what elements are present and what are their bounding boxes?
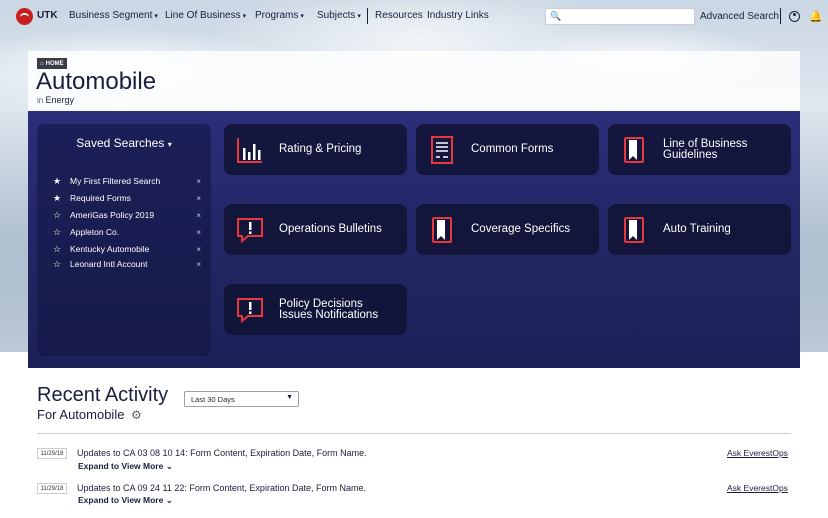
nav-divider	[367, 8, 368, 24]
close-icon[interactable]: ×	[196, 177, 201, 186]
tile-label: Auto Training	[663, 223, 731, 235]
nav-line-of-business[interactable]: Line Of Business ▾	[165, 10, 246, 21]
context-label: in Energy	[37, 95, 74, 105]
close-icon[interactable]: ×	[196, 211, 201, 220]
saved-search-item[interactable]: ★ Required Forms ×	[51, 191, 201, 205]
star-outline-icon[interactable]: ☆	[51, 227, 63, 238]
ask-everestops-link[interactable]: Ask EverestOps	[727, 483, 788, 493]
tile-rating-pricing[interactable]: Rating & Pricing	[224, 124, 407, 175]
star-outline-icon[interactable]: ☆	[51, 244, 63, 255]
chevron-down-icon: ▾	[167, 140, 172, 149]
tile-label: Coverage Specifics	[471, 223, 571, 235]
chevron-down-icon: ▾	[242, 13, 247, 20]
tile-coverage-specifics[interactable]: Coverage Specifics	[416, 204, 599, 255]
activity-date: 11/29/18	[37, 483, 67, 494]
context-value[interactable]: Energy	[45, 95, 74, 105]
saved-search-item[interactable]: ☆ Kentucky Automobile ×	[51, 242, 201, 256]
date-range-select[interactable]: Last 30 Days ▼	[184, 391, 299, 407]
quick-access-panel: Saved Searches ▾ ★ My First Filtered Sea…	[28, 111, 800, 368]
saved-search-item[interactable]: ★ My First Filtered Search ×	[51, 174, 201, 188]
saved-search-item[interactable]: ☆ AmeriGas Policy 2019 ×	[51, 208, 201, 222]
star-outline-icon[interactable]: ☆	[51, 210, 63, 221]
recent-activity-subtitle: For Automobile	[37, 407, 125, 422]
tile-label: Line of Business Guidelines	[663, 137, 748, 161]
recent-activity-title: Recent Activity	[37, 384, 169, 406]
nav-subjects[interactable]: Subjects ▾	[317, 10, 361, 21]
document-icon	[431, 136, 453, 164]
tile-label: Policy Decisions Issues Notifications	[279, 297, 379, 321]
nav-divider	[780, 8, 781, 24]
tile-policy-decisions[interactable]: Policy Decisions Issues Notifications	[224, 284, 407, 335]
search-input[interactable]	[562, 10, 690, 23]
chevron-down-icon: ▾	[154, 13, 158, 20]
saved-search-item[interactable]: ☆ Appleton Co. ×	[51, 225, 201, 239]
book-icon	[624, 137, 644, 163]
tile-label: Common Forms	[471, 143, 554, 155]
alert-icon	[237, 298, 263, 324]
nav-industry-links[interactable]: Industry Links	[427, 10, 489, 21]
bar-chart-icon	[237, 138, 262, 163]
expand-link[interactable]: Expand to View More ⌄	[78, 495, 173, 506]
tile-label: Rating & Pricing	[279, 143, 362, 155]
chevron-down-icon: ⌄	[165, 495, 173, 505]
nav-resources[interactable]: Resources	[375, 10, 423, 21]
search-icon[interactable]: 🔍	[550, 11, 561, 22]
expand-link[interactable]: Expand to View More ⌄	[78, 461, 173, 472]
star-filled-icon[interactable]: ★	[51, 193, 63, 204]
home-icon: ⌂	[40, 60, 44, 67]
nav-programs[interactable]: Programs ▾	[255, 10, 304, 21]
page-header: ⌂ HOME Automobile in Energy	[28, 51, 800, 111]
chevron-down-icon: ▾	[357, 13, 361, 20]
activity-text: Updates to CA 03 08 10 14: Form Content,…	[77, 448, 367, 458]
star-filled-icon[interactable]: ★	[51, 176, 63, 187]
tile-operations-bulletins[interactable]: Operations Bulletins	[224, 204, 407, 255]
activity-text: Updates to CA 09 24 11 22: Form Content,…	[77, 483, 366, 493]
tile-lob-guidelines[interactable]: Line of Business Guidelines	[608, 124, 791, 175]
brand-name[interactable]: UTK	[37, 10, 58, 21]
close-icon[interactable]: ×	[196, 194, 201, 203]
chevron-down-icon: ▾	[300, 13, 304, 20]
star-outline-icon[interactable]: ☆	[51, 259, 63, 270]
user-account-icon[interactable]	[789, 11, 800, 22]
search-box: 🔍	[545, 8, 695, 25]
close-icon[interactable]: ×	[196, 245, 201, 254]
close-icon[interactable]: ×	[196, 228, 201, 237]
divider	[37, 433, 791, 434]
tile-auto-training[interactable]: Auto Training	[608, 204, 791, 255]
saved-search-item[interactable]: ☆ Leonard Intl Account ×	[51, 257, 201, 271]
book-icon	[624, 217, 644, 243]
alert-icon	[237, 218, 263, 244]
saved-searches-toggle[interactable]: Saved Searches ▾	[37, 136, 211, 150]
bell-icon[interactable]: 🔔	[809, 10, 823, 23]
nav-business-segment[interactable]: Business Segment ▾	[69, 10, 158, 21]
top-navigation: UTK Business Segment ▾ Line Of Business ▾ …	[0, 0, 828, 33]
chevron-down-icon: ⌄	[165, 461, 173, 471]
close-icon[interactable]: ×	[196, 260, 201, 269]
book-icon	[432, 217, 452, 243]
saved-searches-panel: Saved Searches ▾ ★ My First Filtered Sea…	[37, 124, 211, 356]
page-title: Automobile	[36, 68, 157, 95]
chevron-down-icon: ▼	[286, 394, 293, 401]
tile-common-forms[interactable]: Common Forms	[416, 124, 599, 175]
activity-date: 11/29/18	[37, 448, 67, 459]
ask-everestops-link[interactable]: Ask EverestOps	[727, 448, 788, 458]
brand-logo-icon[interactable]	[16, 8, 33, 25]
advanced-search-link[interactable]: Advanced Search	[700, 11, 779, 22]
tile-label: Operations Bulletins	[279, 223, 382, 235]
gear-icon[interactable]: ⚙	[131, 408, 142, 422]
